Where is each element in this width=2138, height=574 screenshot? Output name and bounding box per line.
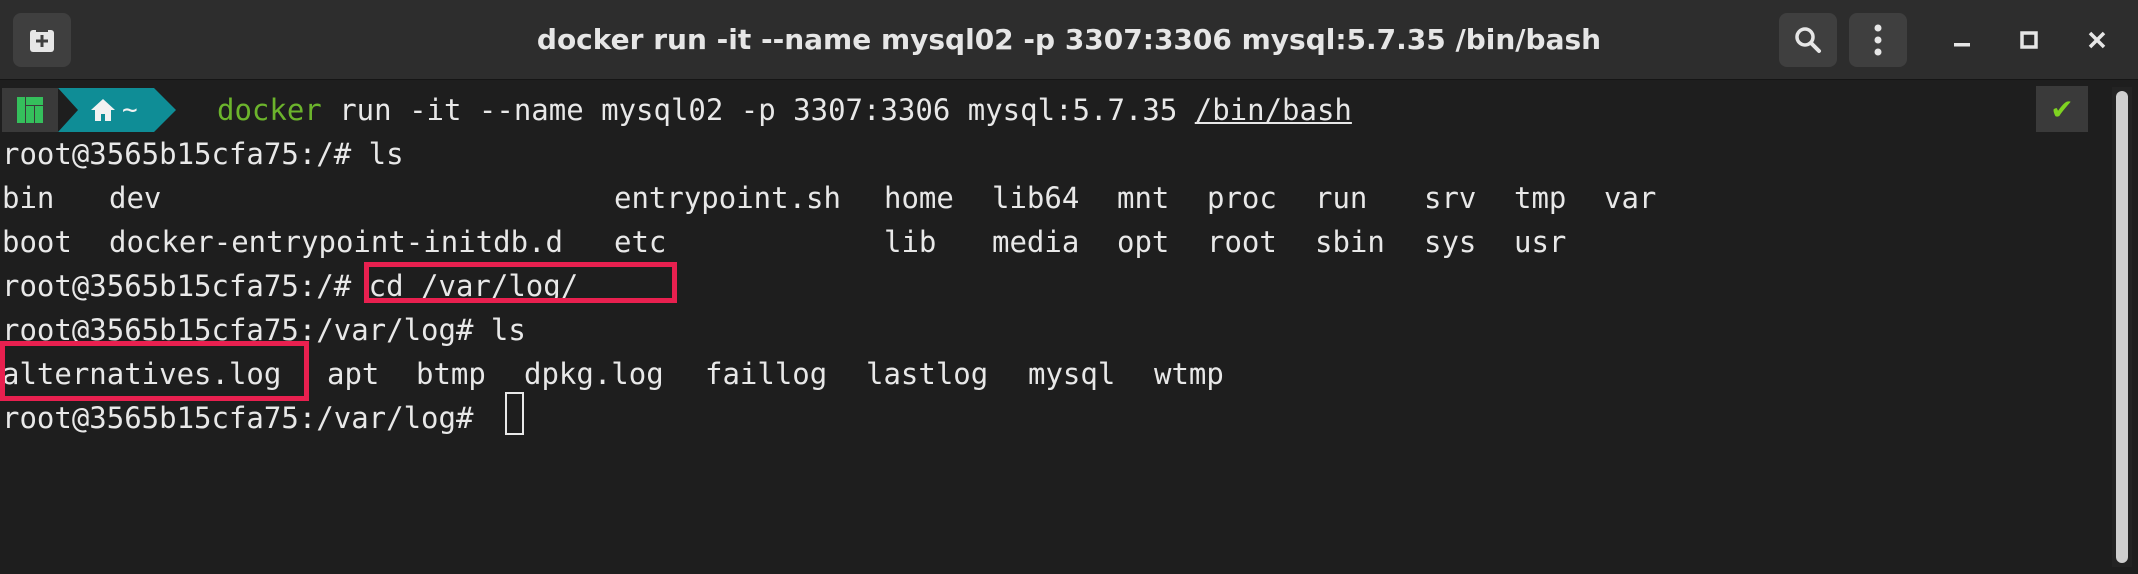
list-item: var: [1604, 181, 1657, 215]
kebab-menu-icon: [1874, 24, 1882, 56]
list-item: proc: [1207, 181, 1277, 215]
title-bar: docker run -it --name mysql02 -p 3307:33…: [0, 0, 2138, 80]
list-item: mnt: [1117, 181, 1170, 215]
list-item: boot: [2, 225, 72, 259]
list-item: tmp: [1514, 181, 1567, 215]
search-button[interactable]: [1779, 13, 1837, 67]
ls-output-row: bin dev entrypoint.sh home lib64 mnt pro…: [2, 176, 1702, 220]
command: ls: [490, 313, 526, 347]
list-item: lastlog: [866, 357, 989, 391]
list-item: usr: [1514, 225, 1567, 259]
prompt: root@3565b15cfa75:/var/log#: [2, 401, 491, 435]
list-item: docker-entrypoint-initdb.d: [109, 225, 563, 259]
minimize-icon: [1954, 43, 1970, 47]
prompt: root@3565b15cfa75:/#: [2, 269, 369, 303]
list-item: apt: [327, 357, 380, 391]
prompt-command-line: docker run -it --name mysql02 -p 3307:33…: [217, 88, 1352, 132]
home-directory-segment: ~: [58, 88, 176, 132]
list-item: faillog: [705, 357, 828, 391]
maximize-icon: [2020, 31, 2038, 49]
terminal-line: root@3565b15cfa75:/# ls: [2, 132, 404, 176]
manjaro-logo-segment: [2, 88, 58, 132]
terminal-line: root@3565b15cfa75:/var/log#: [2, 396, 491, 440]
ls-output-row: boot docker-entrypoint-initdb.d etc lib …: [2, 220, 1702, 264]
terminal-view[interactable]: ~ docker run -it --name mysql02 -p 3307:…: [0, 81, 2138, 574]
list-item: sys: [1424, 225, 1477, 259]
list-item: lib: [884, 225, 937, 259]
close-button[interactable]: [2070, 13, 2124, 67]
minimize-button[interactable]: [1935, 13, 1989, 67]
list-item: mysql: [1028, 357, 1116, 391]
list-item: media: [992, 225, 1080, 259]
command-path: /bin/bash: [1194, 93, 1352, 127]
list-item: bin: [2, 181, 55, 215]
list-item: alternatives.log: [2, 357, 282, 391]
list-item: home: [884, 181, 954, 215]
list-item: dev: [109, 181, 162, 215]
text-cursor: [505, 392, 524, 435]
new-tab-button[interactable]: [13, 13, 71, 67]
list-item: entrypoint.sh: [614, 181, 841, 215]
search-icon: [1795, 27, 1821, 53]
list-item: srv: [1424, 181, 1477, 215]
scrollbar[interactable]: [2112, 87, 2132, 567]
ls-output-row: alternatives.log apt btmp dpkg.log faill…: [2, 352, 1302, 396]
command: ls: [368, 137, 404, 171]
command-args: run -it --name mysql02 -p 3307:3306 mysq…: [321, 93, 1195, 127]
list-item: sbin: [1315, 225, 1385, 259]
list-item: wtmp: [1154, 357, 1224, 391]
check-icon: ✔: [2050, 92, 2074, 126]
prompt: root@3565b15cfa75:/var/log#: [2, 313, 491, 347]
list-item: root: [1207, 225, 1277, 259]
maximize-button[interactable]: [2002, 13, 2056, 67]
manjaro-logo-icon: [17, 97, 43, 123]
menu-button[interactable]: [1849, 13, 1907, 67]
list-item: run: [1315, 181, 1368, 215]
scrollbar-thumb[interactable]: [2116, 91, 2128, 563]
status-badge: ✔: [2036, 86, 2088, 132]
list-item: btmp: [416, 357, 486, 391]
close-icon: [2088, 31, 2106, 49]
list-item: dpkg.log: [524, 357, 664, 391]
terminal-line: root@3565b15cfa75:/# cd /var/log/: [2, 264, 578, 308]
list-item: opt: [1117, 225, 1170, 259]
list-item: lib64: [992, 181, 1080, 215]
home-symbol: ~: [122, 95, 138, 125]
command-name: docker: [217, 93, 322, 127]
new-tab-icon: [30, 26, 54, 52]
home-icon: [91, 99, 115, 121]
prompt: root@3565b15cfa75:/#: [2, 137, 369, 171]
terminal-line: root@3565b15cfa75:/var/log# ls: [2, 308, 526, 352]
list-item: etc: [614, 225, 667, 259]
command: cd /var/log/: [368, 269, 579, 303]
